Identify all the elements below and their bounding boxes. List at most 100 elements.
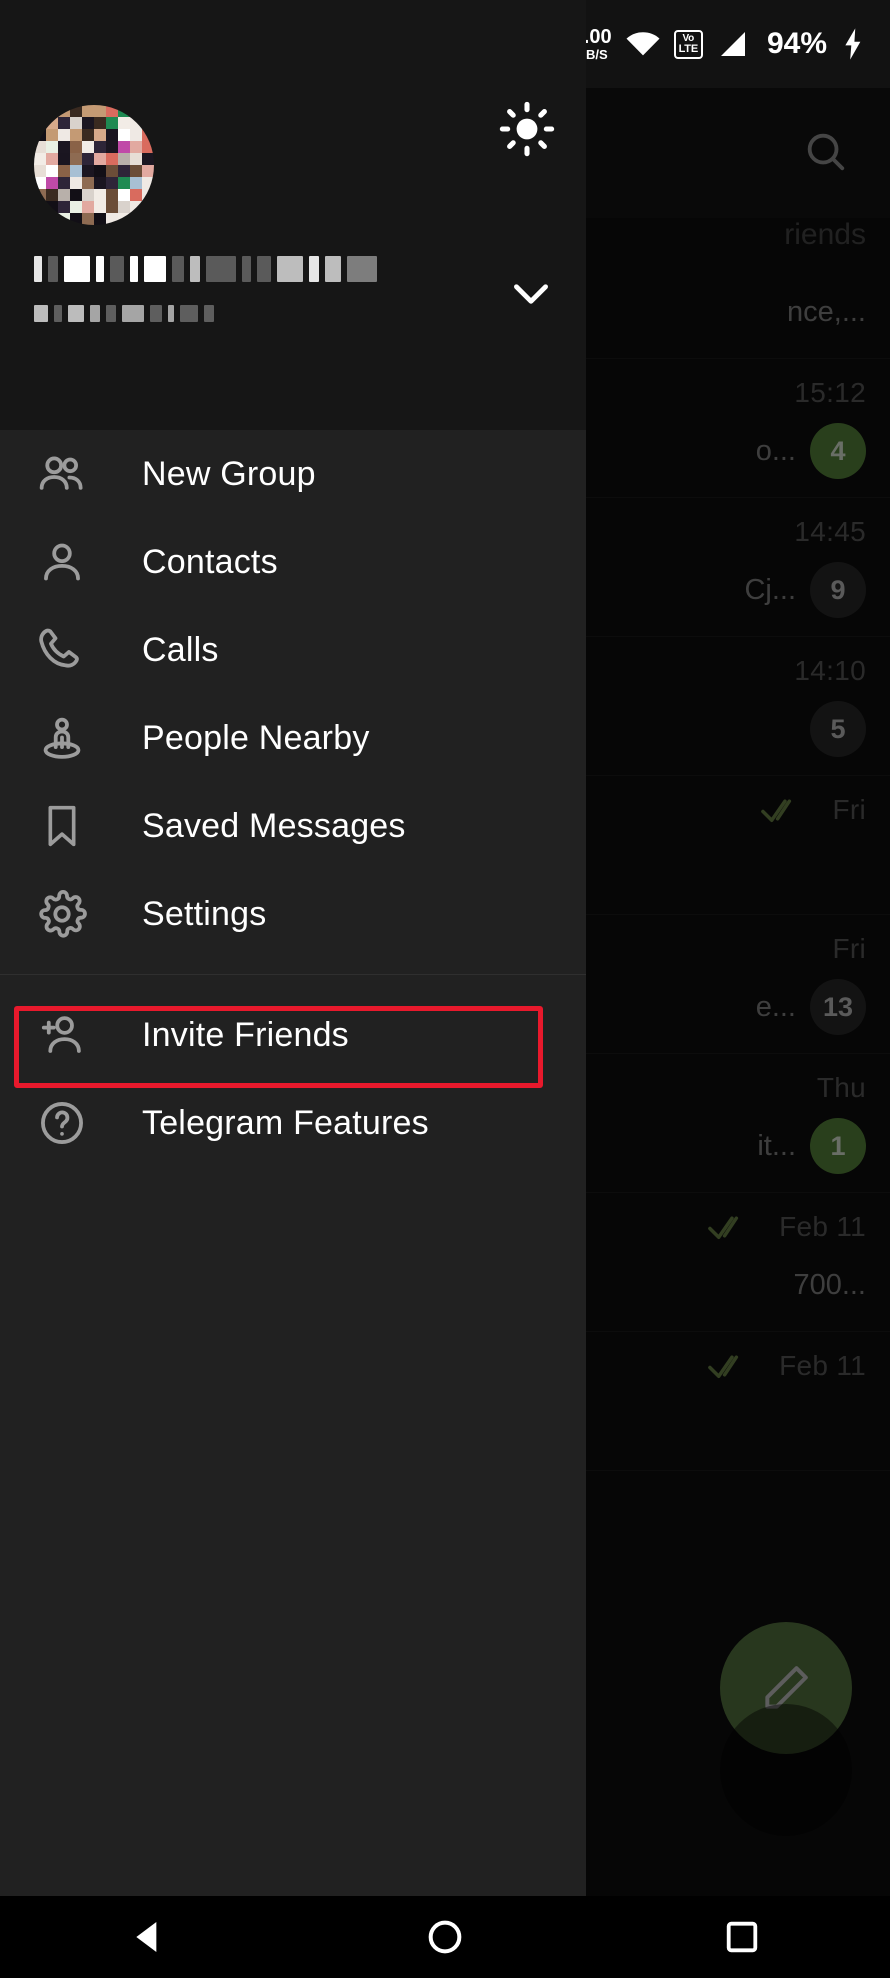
avatar-pixel xyxy=(130,153,142,165)
avatar-pixel xyxy=(106,201,118,213)
people-nearby-icon xyxy=(34,712,90,764)
avatar-pixel xyxy=(70,129,82,141)
censor-block xyxy=(206,256,236,282)
question-circle-icon xyxy=(34,1097,90,1149)
censor-block xyxy=(48,256,58,282)
avatar-pixel xyxy=(70,153,82,165)
censor-block xyxy=(64,256,90,282)
avatar-pixel xyxy=(94,165,106,177)
avatar-pixel xyxy=(106,213,118,225)
avatar-pixel xyxy=(130,117,142,129)
avatar-pixel xyxy=(94,201,106,213)
avatar-pixel xyxy=(94,177,106,189)
person-add-icon xyxy=(34,1009,90,1061)
avatar-pixel xyxy=(130,165,142,177)
triangle-back-icon[interactable] xyxy=(88,1896,208,1978)
avatar-pixel xyxy=(106,105,118,117)
censor-block xyxy=(325,256,341,282)
volte-icon: Vo LTE xyxy=(674,30,703,59)
censor-block xyxy=(347,256,377,282)
avatar-pixel xyxy=(82,189,94,201)
avatar-pixel xyxy=(130,105,142,117)
avatar-pixel xyxy=(46,165,58,177)
signal-icon xyxy=(716,28,750,60)
avatar-pixel xyxy=(58,189,70,201)
avatar-pixel xyxy=(142,165,154,177)
avatar-pixel xyxy=(34,153,46,165)
menu-item-label: New Group xyxy=(142,455,316,494)
menu-item-label: Calls xyxy=(142,631,219,670)
avatar-pixel xyxy=(106,141,118,153)
avatar-pixel xyxy=(142,189,154,201)
avatar-pixel xyxy=(34,177,46,189)
avatar-pixel xyxy=(142,129,154,141)
censor-block xyxy=(150,305,162,322)
menu-item-people-nearby[interactable]: People Nearby xyxy=(0,694,586,782)
avatar-pixel xyxy=(58,213,70,225)
menu-item-invite-friends[interactable]: Invite Friends xyxy=(0,991,586,1079)
avatar-pixel xyxy=(34,213,46,225)
wifi-icon xyxy=(625,29,661,59)
circle-home-icon[interactable] xyxy=(385,1896,505,1978)
avatar-pixel xyxy=(46,213,58,225)
avatar-pixel xyxy=(118,153,130,165)
avatar-pixel xyxy=(118,189,130,201)
avatar-pixel xyxy=(142,153,154,165)
sun-icon[interactable] xyxy=(498,100,556,163)
avatar-pixel xyxy=(94,117,106,129)
menu-item-contacts[interactable]: Contacts xyxy=(0,518,586,606)
censor-block xyxy=(106,305,116,322)
avatar-pixel xyxy=(46,141,58,153)
avatar-pixel xyxy=(46,177,58,189)
avatar-pixel xyxy=(142,213,154,225)
person-icon xyxy=(34,536,90,588)
navigation-drawer: New Group Contacts Calls People Nearby Saved… xyxy=(0,0,586,1896)
avatar-pixel xyxy=(142,117,154,129)
menu-item-saved-messages[interactable]: Saved Messages xyxy=(0,782,586,870)
fab-scrim xyxy=(720,1704,852,1836)
avatar-pixel xyxy=(118,165,130,177)
charging-bolt-icon xyxy=(840,27,866,61)
square-recents-icon[interactable] xyxy=(682,1896,802,1978)
censor-block xyxy=(90,305,100,322)
avatar-pixel xyxy=(118,105,130,117)
phone-icon xyxy=(34,624,90,676)
avatar-pixel xyxy=(106,189,118,201)
avatar-pixel xyxy=(82,165,94,177)
menu-item-settings[interactable]: Settings xyxy=(0,870,586,958)
censor-block xyxy=(144,256,166,282)
avatar-pixel xyxy=(94,213,106,225)
avatar-pixel xyxy=(118,129,130,141)
avatar-pixel xyxy=(34,201,46,213)
avatar[interactable] xyxy=(34,105,154,225)
avatar-pixel xyxy=(142,201,154,213)
censor-block xyxy=(68,305,84,322)
avatar-pixel xyxy=(94,129,106,141)
avatar-pixel xyxy=(46,117,58,129)
profile-phone-censored xyxy=(34,305,214,322)
avatar-pixel xyxy=(130,201,142,213)
volte-top-label: Vo xyxy=(682,34,694,44)
censor-block xyxy=(130,256,138,282)
avatar-pixel xyxy=(118,213,130,225)
censor-block xyxy=(242,256,251,282)
avatar-pixel xyxy=(106,117,118,129)
chevron-down-icon[interactable] xyxy=(506,268,556,323)
menu-item-label: People Nearby xyxy=(142,719,370,758)
battery-percent-label: 94% xyxy=(767,27,827,61)
censor-block xyxy=(257,256,271,282)
avatar-pixel xyxy=(46,105,58,117)
menu-item-telegram-features[interactable]: Telegram Features xyxy=(0,1079,586,1167)
avatar-pixel xyxy=(106,165,118,177)
menu-item-new-group[interactable]: New Group xyxy=(0,430,586,518)
avatar-pixel xyxy=(106,153,118,165)
avatar-pixel xyxy=(58,105,70,117)
avatar-pixel xyxy=(106,177,118,189)
avatar-pixel xyxy=(94,105,106,117)
menu-item-calls[interactable]: Calls xyxy=(0,606,586,694)
avatar-pixel xyxy=(34,129,46,141)
avatar-pixel xyxy=(118,177,130,189)
gear-icon xyxy=(34,888,90,940)
avatar-pixel xyxy=(130,177,142,189)
bookmark-icon xyxy=(34,801,90,851)
